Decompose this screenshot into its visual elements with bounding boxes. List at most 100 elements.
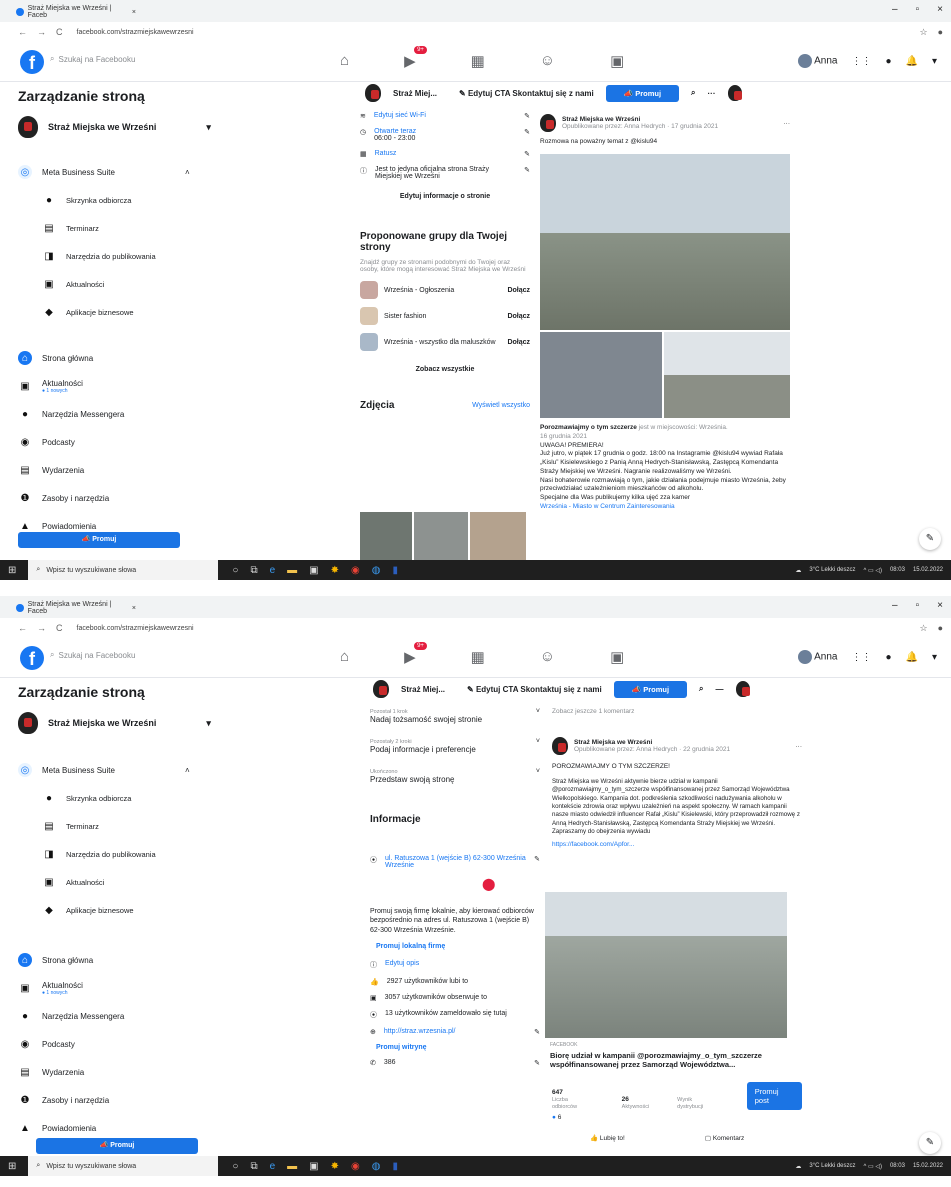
meta-business-suite[interactable]: ◎ Meta Business Suite ˄ (18, 756, 355, 784)
edit-icon[interactable]: ✎ (524, 166, 530, 174)
task-item[interactable]: Ukończono Przedstaw swoją stronę ˅ (370, 768, 540, 784)
app-icon[interactable]: ✸ (331, 1161, 339, 1172)
gaming-icon[interactable]: ▣ (610, 648, 624, 666)
search-icon[interactable]: ⌕ (691, 88, 695, 98)
sidebar-item-resources[interactable]: ❶ Zasoby i narzędzia (18, 1086, 355, 1114)
edit-icon[interactable]: ✎ (524, 112, 530, 120)
account-switch-icon[interactable] (727, 85, 742, 101)
search-icon[interactable]: ⌕ (699, 684, 703, 694)
bookmark-star-icon[interactable]: ☆ (919, 623, 927, 634)
sidebar-item-home[interactable]: ⌂ Strona główna (18, 946, 355, 974)
photo-thumbnail[interactable] (470, 512, 526, 560)
taskview-icon[interactable]: ⧉ (250, 1161, 257, 1172)
messenger-icon[interactable]: ● (885, 652, 891, 663)
explorer-icon[interactable]: ▬ (287, 565, 297, 576)
forward-icon[interactable]: → (37, 623, 46, 633)
address-link[interactable]: ul. Ratuszowa 1 (wejście B) 62-300 Wrześ… (385, 855, 526, 869)
store-icon[interactable]: ▣ (309, 565, 318, 576)
promote-button[interactable]: 📣 Promuj (18, 532, 180, 548)
sidebar-item-publishing[interactable]: ◨ Narzędzia do publikowania (18, 840, 355, 868)
edit-icon[interactable]: ✎ (524, 128, 530, 136)
task-item[interactable]: Pozostały 2 kroki Podaj informacje i pref… (370, 738, 540, 754)
explorer-icon[interactable]: ▬ (287, 1161, 297, 1172)
minimize-icon[interactable]: – (892, 4, 898, 15)
menu-grid-icon[interactable]: ⋮⋮ (851, 56, 871, 67)
sidebar-item-aktualnosci[interactable]: ▣ Aktualności ● 1 nowych (18, 372, 355, 400)
link-preview[interactable]: FACEBOOK Biorę udział w kampanii @porozm… (550, 1042, 800, 1069)
close-window-icon[interactable]: × (937, 4, 943, 15)
post-photo[interactable] (664, 332, 790, 418)
profile-chip[interactable]: Anna (797, 650, 837, 664)
marketplace-icon[interactable]: ▦ (471, 52, 485, 70)
edit-icon[interactable]: ✎ (534, 1028, 540, 1036)
cortana-icon[interactable]: ○ (232, 565, 238, 576)
tray-icons[interactable]: ^ ▭ ◁) (864, 567, 882, 574)
edit-description-row[interactable]: ⓘ Edytuj opis (370, 960, 540, 970)
group-item[interactable]: Września - wszystko dla maluszków Dołącz (360, 333, 530, 351)
post-photo-main[interactable] (540, 154, 790, 330)
sidebar-item-apps[interactable]: ◆ Aplikacje biznesowe (18, 298, 355, 326)
like-button[interactable]: 👍 Lubię to! (590, 1134, 625, 1142)
taskbar-search[interactable]: ⌕ Wpisz tu wyszukiwane słowa (28, 560, 219, 580)
sidebar-item-podcasts[interactable]: ◉ Podcasty (18, 428, 355, 456)
profile-chip[interactable]: Anna (797, 54, 837, 68)
post-author[interactable]: Straż Miejska we Wrześni (562, 116, 640, 123)
sidebar-item-events[interactable]: ▤ Wydarzenia (18, 1058, 355, 1086)
edit-icon[interactable]: ✎ (524, 150, 530, 158)
sidebar-item-aktualnosci[interactable]: ▣ Aktualności ● 1 nowych (18, 974, 355, 1002)
sidebar-item-inbox[interactable]: ● Skrzynka odbiorcza (18, 186, 355, 214)
messenger-icon[interactable]: ● (885, 56, 891, 67)
post-link[interactable]: https://facebook.com/Apfor... (552, 841, 802, 848)
comment-button[interactable]: ▢ Komentarz (705, 1134, 744, 1142)
back-icon[interactable]: ← (18, 623, 27, 633)
bell-icon[interactable]: 🔔 (906, 652, 918, 663)
video-icon[interactable]: ▶ 9+ (404, 46, 427, 70)
post-author[interactable]: Straż Miejska we Wrześni (574, 739, 652, 746)
reload-icon[interactable]: C (56, 27, 63, 37)
photo-thumbnail[interactable] (360, 512, 412, 560)
bell-icon[interactable]: 🔔 (906, 56, 918, 67)
sidebar-item-events[interactable]: ▤ Wydarzenia (18, 456, 355, 484)
map-preview[interactable]: ⬤ (370, 877, 540, 907)
forward-icon[interactable]: → (37, 27, 46, 37)
edit-cta-button[interactable]: ✎ Edytuj CTA Skontaktuj się z nami (459, 89, 594, 98)
sidebar-item-inbox[interactable]: ● Skrzynka odbiorcza (18, 784, 355, 812)
see-all-button[interactable]: Zobacz wszystkie (360, 361, 530, 378)
close-tab-icon[interactable]: × (132, 605, 136, 612)
location-link[interactable]: Ratusz (375, 150, 397, 157)
profile-icon[interactable]: ● (938, 623, 943, 634)
more-icon[interactable]: — (716, 685, 724, 694)
windows-start-icon[interactable]: ⊞ (8, 565, 16, 576)
compose-icon[interactable]: ✎ (919, 1132, 941, 1154)
account-switch-icon[interactable] (735, 681, 750, 697)
home-icon[interactable]: ⌂ (340, 648, 349, 666)
menu-grid-icon[interactable]: ⋮⋮ (851, 652, 871, 663)
taskbar-search[interactable]: ⌕ Wpisz tu wyszukiwane słowa (28, 1156, 219, 1176)
browser-tab[interactable]: Straż Miejska we Wrześni | Faceb × (16, 600, 136, 616)
browser-tab[interactable]: Straż Miejska we Wrześni | Faceb × (16, 4, 136, 20)
search-input[interactable]: ⌕ Szukaj na Facebooku (50, 54, 135, 64)
app-icon[interactable]: ✸ (331, 565, 339, 576)
link-preview-image[interactable] (545, 892, 787, 1038)
reload-icon[interactable]: C (56, 623, 63, 633)
reaction-count[interactable]: 6 (558, 1114, 562, 1121)
close-window-icon[interactable]: × (937, 600, 943, 611)
promote-website-link[interactable]: Promuj witrynę (376, 1044, 540, 1051)
edit-cta-button[interactable]: ✎ Edytuj CTA Skontaktuj się z nami (467, 685, 602, 694)
maximize-icon[interactable]: ▫ (916, 600, 920, 611)
minimize-icon[interactable]: – (892, 600, 898, 611)
sidebar-item-messenger[interactable]: ● Narzędzia Messengera (18, 1002, 355, 1030)
back-icon[interactable]: ← (18, 27, 27, 37)
edit-icon[interactable]: ✎ (534, 1059, 540, 1067)
clock-date[interactable]: 15.02.2022 (913, 1163, 943, 1170)
facebook-logo-icon[interactable]: f (20, 50, 44, 74)
join-button[interactable]: Dołącz (507, 313, 530, 320)
caption-link[interactable]: Września - Miasto w Centrum Zainteresowa… (540, 503, 790, 512)
profile-icon[interactable]: ● (938, 27, 943, 38)
compose-icon[interactable]: ✎ (919, 528, 941, 550)
sidebar-item-home[interactable]: ⌂ Strona główna (18, 344, 355, 372)
promote-button[interactable]: 📣 Promuj (605, 84, 680, 102)
home-icon[interactable]: ⌂ (340, 52, 349, 70)
group-item[interactable]: Września - Ogłoszenia Dołącz (360, 281, 530, 299)
clock-time[interactable]: 08:03 (890, 567, 905, 574)
